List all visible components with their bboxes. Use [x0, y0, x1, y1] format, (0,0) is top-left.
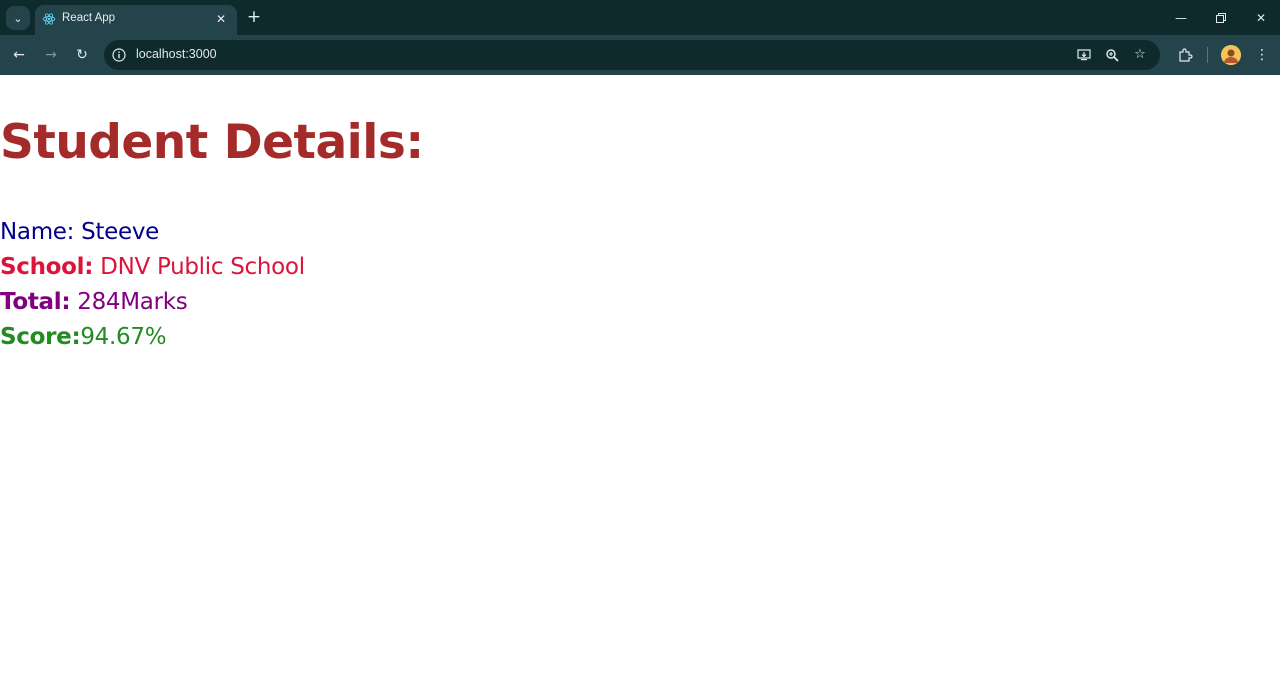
tab-react-app[interactable]: React App ✕ [35, 5, 237, 35]
page-content: Student Details: Name: Steeve School: DN… [0, 75, 1280, 676]
reload-icon: ↻ [76, 47, 88, 63]
name-value: Steeve [74, 219, 160, 245]
plus-icon: + [246, 7, 262, 27]
chevron-down-icon: ⌄ [13, 11, 23, 25]
school-value: DNV Public School [93, 254, 305, 280]
back-button[interactable]: ← [9, 45, 29, 65]
browser-toolbar: ← → ↻ localhost:3000 ☆ ⋮ [0, 35, 1280, 75]
new-tab-button[interactable]: + [244, 7, 264, 27]
score-value: 94.67% [80, 324, 167, 350]
score-label: Score: [0, 324, 81, 350]
browser-menu-button[interactable]: ⋮ [1252, 45, 1272, 65]
minimize-icon: — [1175, 11, 1187, 25]
tab-search-button[interactable]: ⌄ [6, 6, 30, 30]
react-icon [42, 13, 56, 25]
student-school-line: School: DNV Public School [0, 254, 305, 280]
school-label: School: [0, 254, 94, 280]
total-label: Total: [0, 289, 71, 315]
toolbar-divider [1207, 47, 1208, 63]
url-text[interactable]: localhost:3000 [136, 47, 217, 61]
student-total-line: Total: 284Marks [0, 289, 188, 315]
page-title: Student Details: [0, 115, 424, 170]
close-icon: ✕ [1255, 11, 1267, 25]
minimize-button[interactable]: — [1171, 8, 1191, 28]
zoom-icon[interactable] [1103, 46, 1121, 64]
reload-button[interactable]: ↻ [72, 45, 92, 65]
install-app-icon[interactable] [1075, 46, 1093, 64]
restore-icon [1216, 13, 1226, 23]
star-icon[interactable]: ☆ [1131, 46, 1149, 64]
avatar[interactable] [1221, 45, 1241, 65]
back-arrow-icon: ← [13, 47, 25, 63]
close-icon[interactable]: ✕ [213, 11, 229, 27]
student-name-line: Name: Steeve [0, 219, 159, 245]
name-label: Name: [0, 219, 75, 245]
student-score-line: Score:94.67% [0, 324, 167, 350]
total-value: 284Marks [70, 289, 188, 315]
tab-title: React App [62, 12, 116, 24]
extensions-button[interactable] [1175, 45, 1195, 65]
forward-button[interactable]: → [41, 45, 61, 65]
restore-button[interactable] [1211, 8, 1231, 28]
forward-arrow-icon: → [45, 47, 57, 63]
close-window-button[interactable]: ✕ [1251, 8, 1271, 28]
tab-strip: ⌄ React App ✕ + — ✕ [0, 0, 1280, 35]
address-bar[interactable]: localhost:3000 ☆ [104, 40, 1160, 70]
info-icon[interactable] [112, 48, 126, 62]
kebab-menu-icon: ⋮ [1255, 47, 1269, 63]
puzzle-icon [1179, 48, 1193, 62]
